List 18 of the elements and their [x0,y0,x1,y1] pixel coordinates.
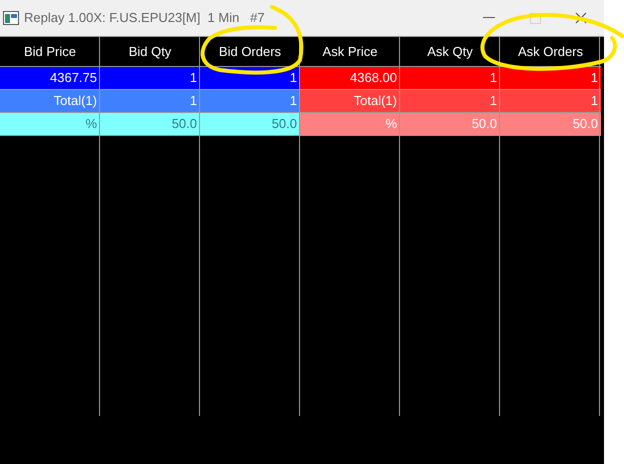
app-icon [3,11,19,25]
table-cell: 50.0 [500,113,601,136]
table-cell: Total(1) [300,90,400,113]
table-cell: Total(1) [0,90,100,113]
table-cell: 4367.75 [0,67,100,90]
table-cell: % [0,113,100,136]
table-cell: 1 [400,90,500,113]
table-cell: 50.0 [200,113,300,136]
table-cell: 1 [400,67,500,90]
table-cell: 1 [500,90,601,113]
table-cell: 1 [100,67,200,90]
window-title: Replay 1.00X: F.US.EPU23[M] 1 Min #7 [24,9,265,28]
table-cell: 1 [100,90,200,113]
table-cell: 4368.00 [300,67,400,90]
table-cell: 50.0 [100,113,200,136]
table-cell: 50.0 [400,113,500,136]
table-cell: 1 [200,90,300,113]
table-cell: % [300,113,400,136]
